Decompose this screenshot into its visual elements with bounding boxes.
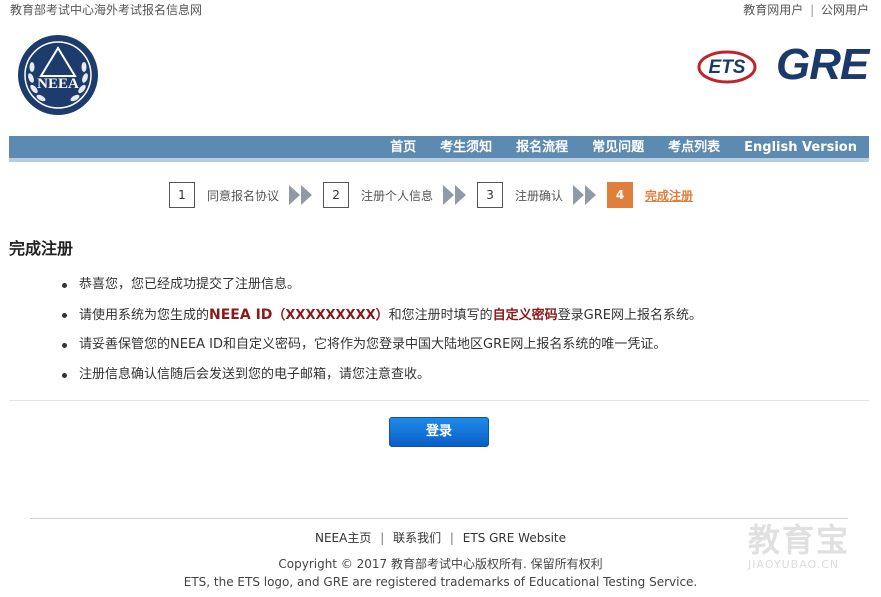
footer-divider bbox=[30, 518, 848, 519]
list-item: 恭喜您，您已经成功提交了注册信息。 bbox=[62, 274, 702, 304]
message-login-pre: 请使用系统为您生成的 bbox=[79, 308, 210, 323]
separator: | bbox=[449, 531, 454, 545]
separator: | bbox=[380, 531, 385, 545]
nav-item-english-version[interactable]: English Version bbox=[744, 136, 857, 160]
neea-id-value: （XXXXXXXXX） bbox=[272, 308, 389, 323]
list-item: 请妥善保管您的NEEA ID和自定义密码，它将作为您登录中国大陆地区GRE网上报… bbox=[62, 334, 702, 364]
watermark-text: 教育宝 bbox=[748, 521, 851, 559]
step-3-label: 注册确认 bbox=[515, 188, 564, 203]
registration-steps: 1 同意报名协议 2 注册个人信息 3 注册确认 4 完成注册 bbox=[169, 182, 693, 208]
ets-gre-website-link[interactable]: ETS GRE Website bbox=[463, 531, 566, 545]
main-nav: 首页 考生须知 报名流程 常见问题 考点列表 English Version bbox=[9, 136, 869, 162]
gre-logo: GRE bbox=[776, 40, 869, 89]
step-4-number: 4 bbox=[607, 182, 634, 208]
message-keep-safe: 请妥善保管您的NEEA ID和自定义密码，它将作为您登录中国大陆地区GRE网上报… bbox=[79, 337, 667, 352]
step-4-label: 完成注册 bbox=[645, 188, 694, 203]
page-title: 完成注册 bbox=[9, 239, 74, 258]
neea-home-link[interactable]: NEEA主页 bbox=[315, 531, 371, 545]
ets-logo: ETS bbox=[697, 50, 757, 84]
step-arrow-icon bbox=[573, 185, 597, 205]
nav-item-registration-process[interactable]: 报名流程 bbox=[516, 136, 568, 160]
message-login-post: 登录GRE网上报名系统。 bbox=[557, 308, 702, 323]
nav-item-faq[interactable]: 常见问题 bbox=[592, 136, 644, 160]
step-2-number: 2 bbox=[323, 182, 350, 208]
ets-logo-text: ETS bbox=[709, 57, 746, 78]
login-button[interactable]: 登录 bbox=[389, 417, 489, 447]
neea-logo: NEEA bbox=[18, 35, 98, 115]
step-1-label: 同意报名协议 bbox=[207, 188, 280, 203]
step-2-label: 注册个人信息 bbox=[361, 188, 434, 203]
top-bar: 教育部考试中心海外考试报名信息网 教育网用户 | 公网用户 bbox=[0, 0, 881, 18]
public-network-user-link[interactable]: 公网用户 bbox=[821, 3, 869, 17]
watermark: 教育宝 JIAOYUBAO.CN bbox=[748, 522, 868, 578]
neea-id-label: NEEA ID bbox=[209, 307, 273, 323]
nav-item-candidate-notice[interactable]: 考生须知 bbox=[440, 136, 492, 160]
edu-network-user-link[interactable]: 教育网用户 bbox=[743, 3, 803, 17]
user-links: 教育网用户 | 公网用户 bbox=[743, 1, 869, 18]
separator: | bbox=[810, 3, 815, 17]
site-name: 教育部考试中心海外考试报名信息网 bbox=[10, 3, 203, 17]
divider bbox=[9, 400, 869, 401]
step-1-number: 1 bbox=[169, 182, 195, 208]
step-arrow-icon bbox=[443, 185, 467, 205]
message-email-notice: 注册信息确认信随后会发送到您的电子邮箱，请您注意查收。 bbox=[79, 367, 431, 382]
list-item: 请使用系统为您生成的NEEA ID（XXXXXXXXX）和您注册时填写的自定义密… bbox=[62, 304, 702, 334]
list-item: 注册信息确认信随后会发送到您的电子邮箱，请您注意查收。 bbox=[62, 364, 702, 394]
custom-password-label: 自定义密码 bbox=[492, 308, 558, 323]
neea-logo-text: NEEA bbox=[37, 76, 79, 92]
nav-item-test-centers[interactable]: 考点列表 bbox=[668, 136, 720, 160]
message-success: 恭喜您，您已经成功提交了注册信息。 bbox=[79, 277, 301, 292]
contact-us-link[interactable]: 联系我们 bbox=[393, 531, 441, 545]
step-3-number: 3 bbox=[477, 182, 504, 208]
confirmation-messages: 恭喜您，您已经成功提交了注册信息。 请使用系统为您生成的NEEA ID（XXXX… bbox=[62, 274, 702, 394]
message-login-mid: 和您注册时填写的 bbox=[388, 308, 493, 323]
step-arrow-icon bbox=[289, 185, 313, 205]
nav-item-home[interactable]: 首页 bbox=[390, 136, 416, 160]
watermark-subtext: JIAOYUBAO.CN bbox=[748, 558, 840, 571]
